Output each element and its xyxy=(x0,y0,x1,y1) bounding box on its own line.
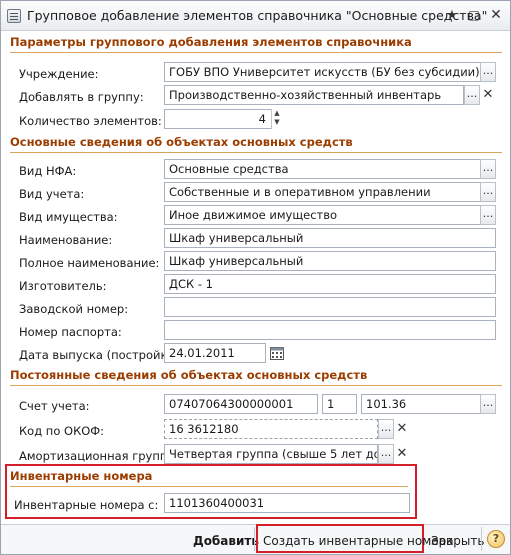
passport-number-label: Номер паспорта: xyxy=(19,325,122,339)
stepper-up-icon[interactable]: ▲ xyxy=(272,109,282,118)
property-type-select-button[interactable]: ... xyxy=(480,205,496,225)
section-inventory-numbers-title: Инвентарные номера xyxy=(10,469,408,487)
group-select-button[interactable]: ... xyxy=(464,85,480,105)
section-basic-info-title: Основные сведения об объектах основных с… xyxy=(10,135,502,153)
create-inventory-numbers-button[interactable]: Создать инвентарные номера xyxy=(263,534,454,548)
property-type-field[interactable]: Иное движимое имущество xyxy=(164,205,481,225)
separator xyxy=(254,527,255,551)
account-label: Счет учета: xyxy=(19,399,90,413)
stepper-down-icon[interactable]: ▼ xyxy=(272,118,282,127)
section-group-params-title: Параметры группового добавления элементо… xyxy=(10,35,502,53)
account-main-field[interactable]: 07407064300000001 xyxy=(164,394,318,414)
calendar-icon[interactable] xyxy=(269,345,285,361)
nfa-type-field[interactable]: Основные средства xyxy=(164,159,481,179)
okof-clear-icon[interactable]: ✕ xyxy=(394,419,410,439)
release-date-field[interactable]: 24.01.2011 xyxy=(164,343,266,363)
name-label: Наименование: xyxy=(19,233,113,247)
accounting-type-label: Вид учета: xyxy=(19,187,85,201)
okof-select-button[interactable]: ... xyxy=(378,419,394,439)
title-bar: Групповое добавление элементов справочни… xyxy=(1,1,510,31)
full-name-label: Полное наименование: xyxy=(19,256,160,270)
help-icon[interactable]: ? xyxy=(487,530,505,548)
institution-label: Учреждение: xyxy=(19,67,99,81)
okof-field[interactable]: 16 3612180 xyxy=(164,419,378,439)
add-button[interactable]: Добавить xyxy=(193,534,259,548)
manufacturer-label: Изготовитель: xyxy=(19,279,107,293)
accounting-type-select-button[interactable]: ... xyxy=(480,182,496,202)
amort-group-select-button[interactable]: ... xyxy=(378,444,394,464)
close-button[interactable]: Закрыть xyxy=(431,534,484,548)
amort-group-clear-icon[interactable]: ✕ xyxy=(394,444,410,464)
catalog-icon xyxy=(7,9,21,23)
amort-group-field[interactable]: Четвертая группа (свыше 5 лет до 7 лет в xyxy=(164,444,378,464)
account-code-field[interactable]: 101.36 xyxy=(361,394,481,414)
favorite-star-icon[interactable]: ★ xyxy=(444,8,460,23)
section-permanent-info-title: Постоянные сведения об объектах основных… xyxy=(10,368,502,386)
property-type-label: Вид имущества: xyxy=(19,210,118,224)
window-title: Групповое добавление элементов справочни… xyxy=(27,8,488,23)
factory-number-label: Заводской номер: xyxy=(19,302,129,316)
institution-field[interactable]: ГОБУ ВПО Университет искусств (БУ без су… xyxy=(164,62,481,82)
account-kfo-field[interactable]: 1 xyxy=(322,394,357,414)
full-name-field[interactable]: Шкаф универсальный xyxy=(164,251,496,271)
inventory-from-field[interactable]: 1101360400031 xyxy=(164,493,410,513)
passport-number-field[interactable] xyxy=(164,320,496,340)
quantity-field[interactable]: 4 xyxy=(164,109,272,129)
okof-label: Код по ОКОФ: xyxy=(19,424,105,438)
dialog-window: Групповое добавление элементов справочни… xyxy=(0,0,511,555)
inventory-from-label: Инвентарные номера с: xyxy=(14,498,159,512)
quantity-stepper[interactable]: ▲ ▼ xyxy=(271,109,282,129)
factory-number-field[interactable] xyxy=(164,297,496,317)
amort-group-label: Амортизационная группа: xyxy=(19,449,179,463)
release-date-label: Дата выпуска (постройки): xyxy=(19,348,184,362)
institution-select-button[interactable]: ... xyxy=(480,62,496,82)
nfa-type-select-button[interactable]: ... xyxy=(480,159,496,179)
separator xyxy=(481,527,482,551)
manufacturer-field[interactable]: ДСК - 1 xyxy=(164,274,496,294)
group-label: Добавлять в группу: xyxy=(19,90,144,104)
quantity-label: Количество элементов: xyxy=(19,114,162,128)
name-field[interactable]: Шкаф универсальный xyxy=(164,228,496,248)
group-clear-icon[interactable]: ✕ xyxy=(480,85,496,105)
nfa-type-label: Вид НФА: xyxy=(19,164,77,178)
account-select-button[interactable]: ... xyxy=(480,394,496,414)
maximize-button[interactable]: □ xyxy=(466,8,482,23)
accounting-type-field[interactable]: Собственные и в оперативном управлении xyxy=(164,182,481,202)
group-field[interactable]: Производственно-хозяйственный инвентарь xyxy=(164,85,464,105)
close-window-button[interactable]: ✕ xyxy=(488,8,504,23)
